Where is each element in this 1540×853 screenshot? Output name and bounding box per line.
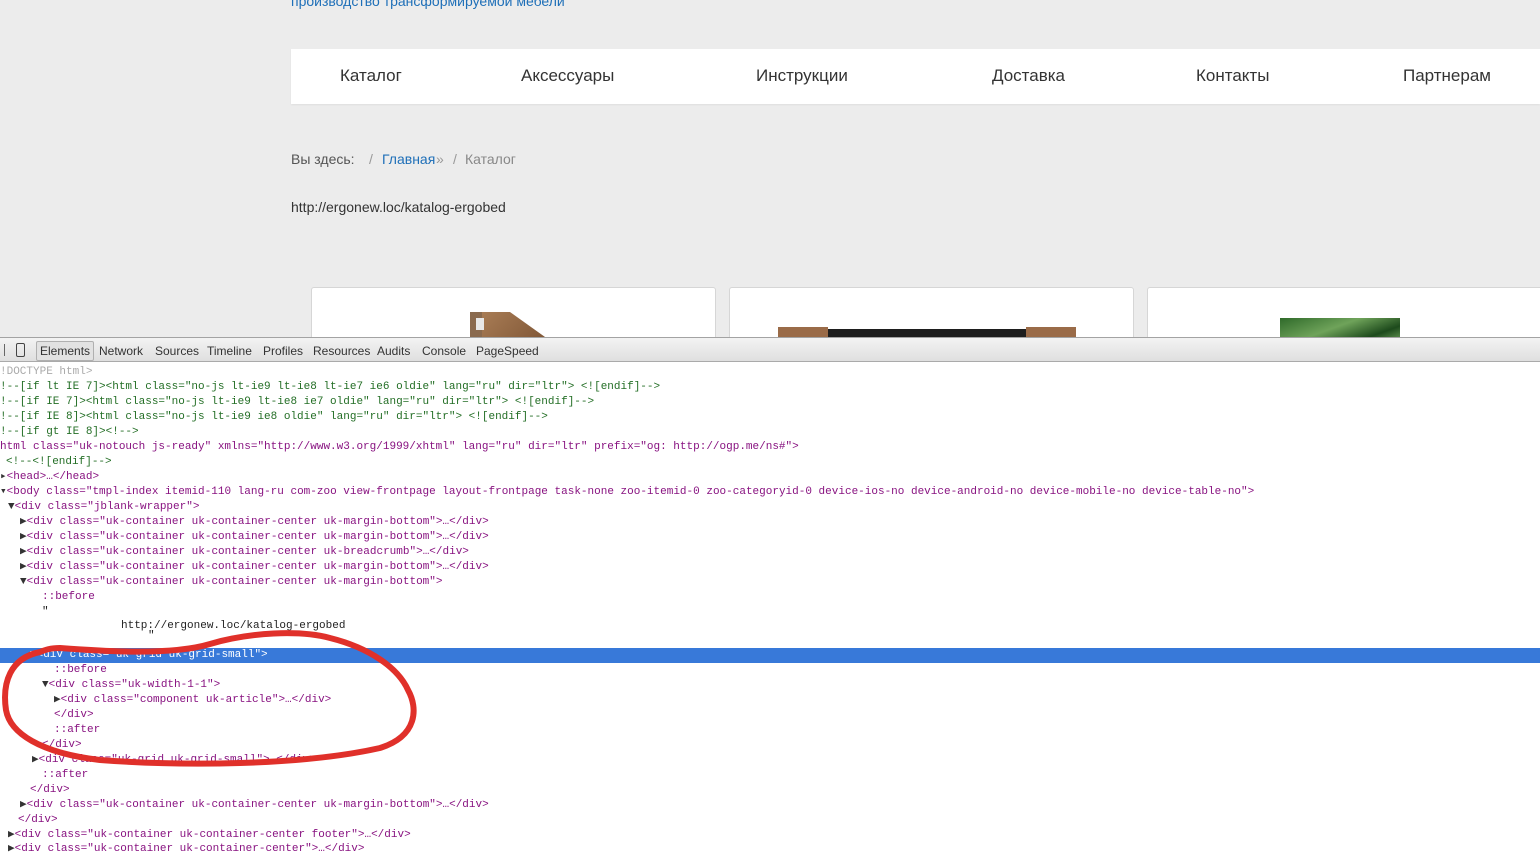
expand-triangle-icon[interactable]: ▶	[20, 531, 27, 543]
tree-node-div[interactable]: ▶<div class="uk-container uk-container-c…	[20, 560, 489, 575]
tab-network[interactable]: Network	[99, 344, 143, 358]
tree-node-close[interactable]: </div>	[54, 708, 94, 723]
tree-node-comment[interactable]: !--[if IE 7]><html class="no-js lt-ie9 l…	[0, 395, 594, 410]
breadcrumb-current: Каталог	[465, 151, 516, 167]
tree-node-div[interactable]: ▶<div class="uk-container uk-container-c…	[20, 515, 489, 530]
tab-pagespeed[interactable]: PageSpeed	[476, 344, 539, 358]
breadcrumb-label: Вы здесь:	[291, 151, 355, 167]
breadcrumb-arrow: »	[436, 151, 444, 167]
tree-node-comment[interactable]: !--[if lt IE 7]><html class="no-js lt-ie…	[0, 380, 660, 395]
tab-resources[interactable]: Resources	[313, 344, 370, 358]
expand-triangle-icon[interactable]: ▶	[54, 694, 61, 706]
expand-triangle-icon[interactable]: ▶	[8, 829, 15, 841]
site-tagline[interactable]: производство трансформируемой мебели	[291, 0, 565, 9]
tree-node-body[interactable]: ▾<body class="tmpl-index itemid-110 lang…	[0, 485, 1254, 500]
tree-node-head[interactable]: ▸<head>…</head>	[0, 470, 99, 485]
tree-node-text[interactable]: "	[42, 605, 49, 620]
breadcrumb-separator: /	[453, 151, 457, 167]
expand-triangle-icon[interactable]: ▶	[8, 843, 15, 853]
collapse-triangle-icon[interactable]: ▼	[42, 679, 49, 691]
expand-triangle-icon[interactable]: ▶	[20, 799, 27, 811]
tree-node-div[interactable]: ▶<div class="uk-grid uk-grid-small">…</d…	[32, 753, 316, 768]
tree-node-div[interactable]: ▶<div class="uk-container uk-container-c…	[20, 798, 489, 813]
expand-triangle-icon[interactable]: ▶	[20, 546, 27, 558]
tree-node-comment[interactable]: !--[if IE 8]><html class="no-js lt-ie9 i…	[0, 410, 548, 425]
tree-node-div[interactable]: ▶<div class="uk-container uk-container-c…	[20, 545, 469, 560]
expand-triangle-icon[interactable]: ▸	[0, 471, 7, 483]
tab-sources[interactable]: Sources	[155, 344, 199, 358]
product-image	[1280, 318, 1400, 337]
collapse-triangle-icon[interactable]: ▼	[20, 576, 27, 588]
collapse-triangle-icon[interactable]: ▾	[0, 486, 7, 498]
nav-item-contacts[interactable]: Контакты	[1196, 66, 1269, 86]
expand-triangle-icon[interactable]: ▶	[20, 516, 27, 528]
tree-node-div-selected[interactable]: ▼<div class="uk-grid uk-grid-small">	[0, 648, 1540, 663]
tab-audits[interactable]: Audits	[377, 344, 410, 358]
nav-item-accessories[interactable]: Аксессуары	[521, 66, 614, 86]
tree-node-pseudo[interactable]: ::before	[42, 590, 95, 605]
tree-node-html[interactable]: html class="uk-notouch js-ready" xmlns="…	[0, 440, 799, 455]
tree-node-div[interactable]: ▶<div class="component uk-article">…</di…	[54, 693, 331, 708]
nav-item-delivery[interactable]: Доставка	[992, 66, 1065, 86]
tree-node-div[interactable]: ▶<div class="uk-container uk-container-c…	[8, 842, 364, 853]
tab-timeline[interactable]: Timeline	[207, 344, 252, 358]
tab-console[interactable]: Console	[422, 344, 466, 358]
nav-item-catalog[interactable]: Каталог	[340, 66, 402, 86]
tree-node-close[interactable]: </div>	[18, 813, 58, 828]
tree-node-div[interactable]: ▼<div class="jblank-wrapper">	[8, 500, 199, 515]
nav-item-partners[interactable]: Партнерам	[1403, 66, 1491, 86]
tree-node-div[interactable]: ▶<div class="uk-container uk-container-c…	[20, 530, 489, 545]
tree-node-doctype[interactable]: !DOCTYPE html>	[0, 365, 92, 380]
tree-node-text[interactable]: http://ergonew.loc/katalog-ergobed	[121, 619, 345, 634]
main-navbar: Каталог Аксессуары Инструкции Доставка К…	[291, 49, 1540, 104]
tree-node-comment[interactable]: !--[if gt IE 8]><!-->	[0, 425, 139, 440]
nav-item-instructions[interactable]: Инструкции	[756, 66, 848, 86]
tab-elements[interactable]: Elements	[36, 341, 95, 361]
tree-node-close[interactable]: </div>	[42, 738, 82, 753]
tree-node-pseudo[interactable]: ::after	[54, 723, 100, 738]
tree-node-comment[interactable]: <!--<![endif]-->	[6, 455, 112, 470]
product-card[interactable]	[729, 287, 1134, 337]
expand-triangle-icon[interactable]: ▶	[32, 754, 39, 766]
breadcrumb-home-link[interactable]: Главная	[382, 151, 435, 167]
tab-profiles[interactable]: Profiles	[263, 344, 303, 358]
tree-node-text[interactable]: "	[148, 629, 155, 644]
tree-node-close[interactable]: </div>	[30, 783, 70, 798]
tree-node-div[interactable]: ▼<div class="uk-width-1-1">	[42, 678, 220, 693]
website-viewport: производство трансформируемой мебели Кат…	[0, 0, 1540, 337]
tree-node-pseudo[interactable]: ::after	[42, 768, 88, 783]
product-card[interactable]	[311, 287, 716, 337]
product-card[interactable]	[1147, 287, 1540, 337]
inspect-element-icon[interactable]	[0, 344, 5, 356]
tree-node-pseudo[interactable]: ::before	[54, 663, 107, 678]
tree-node-div[interactable]: ▶<div class="uk-container uk-container-c…	[8, 828, 411, 843]
page-url-text: http://ergonew.loc/katalog-ergobed	[291, 199, 506, 215]
collapse-triangle-icon[interactable]: ▼	[8, 501, 15, 513]
devtools-panel: Elements Network Sources Timeline Profil…	[0, 337, 1540, 853]
collapse-triangle-icon[interactable]: ▼	[0, 649, 37, 661]
device-mode-icon[interactable]	[16, 343, 25, 357]
breadcrumb-separator: /	[369, 151, 373, 167]
expand-triangle-icon[interactable]: ▶	[20, 561, 27, 573]
devtools-toolbar: Elements Network Sources Timeline Profil…	[0, 338, 1540, 362]
tree-node-div[interactable]: ▼<div class="uk-container uk-container-c…	[20, 575, 442, 590]
